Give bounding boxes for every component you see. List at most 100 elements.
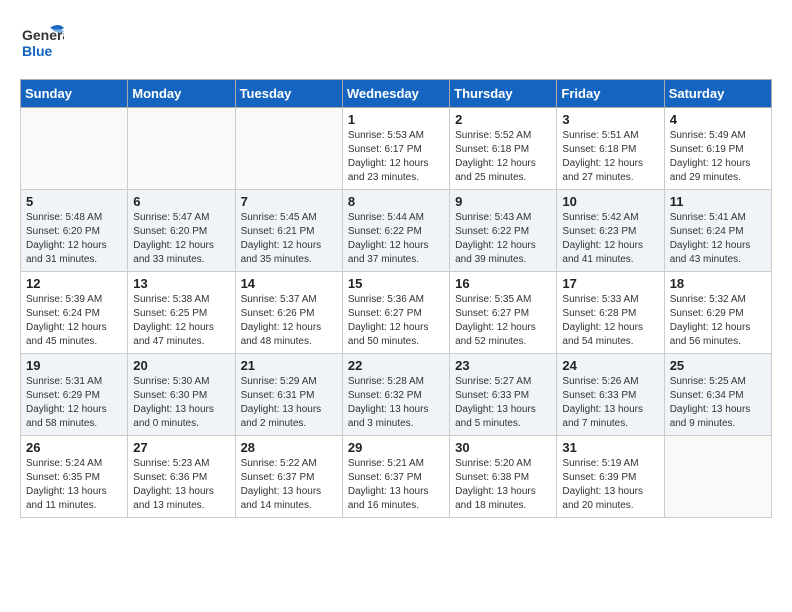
- day-detail: Sunrise: 5:20 AM Sunset: 6:38 PM Dayligh…: [455, 457, 551, 513]
- day-number: 25: [670, 358, 766, 373]
- calendar-cell: 21Sunrise: 5:29 AM Sunset: 6:31 PM Dayli…: [235, 354, 342, 436]
- day-detail: Sunrise: 5:45 AM Sunset: 6:21 PM Dayligh…: [241, 211, 337, 267]
- day-detail: Sunrise: 5:27 AM Sunset: 6:33 PM Dayligh…: [455, 375, 551, 431]
- day-detail: Sunrise: 5:23 AM Sunset: 6:36 PM Dayligh…: [133, 457, 229, 513]
- day-number: 8: [348, 194, 444, 209]
- weekday-header-row: SundayMondayTuesdayWednesdayThursdayFrid…: [21, 80, 772, 108]
- day-number: 2: [455, 112, 551, 127]
- calendar-cell: 9 Sunrise: 5:43 AM Sunset: 6:22 PM Daylig…: [450, 190, 557, 272]
- day-detail: Sunrise: 5:33 AM Sunset: 6:28 PM Dayligh…: [562, 293, 658, 349]
- calendar-cell: [128, 108, 235, 190]
- day-detail: Sunrise: 5:25 AM Sunset: 6:34 PM Dayligh…: [670, 375, 766, 431]
- day-detail: Sunrise: 5:22 AM Sunset: 6:37 PM Dayligh…: [241, 457, 337, 513]
- day-number: 24: [562, 358, 658, 373]
- weekday-header-saturday: Saturday: [664, 80, 771, 108]
- calendar-cell: 2 Sunrise: 5:52 AM Sunset: 6:18 PM Daylig…: [450, 108, 557, 190]
- day-number: 13: [133, 276, 229, 291]
- day-detail: Sunrise: 5:26 AM Sunset: 6:33 PM Dayligh…: [562, 375, 658, 431]
- day-detail: Sunrise: 5:36 AM Sunset: 6:27 PM Dayligh…: [348, 293, 444, 349]
- day-number: 18: [670, 276, 766, 291]
- day-number: 29: [348, 440, 444, 455]
- calendar-cell: 3 Sunrise: 5:51 AM Sunset: 6:18 PM Daylig…: [557, 108, 664, 190]
- day-number: 26: [26, 440, 122, 455]
- day-number: 28: [241, 440, 337, 455]
- day-detail: Sunrise: 5:24 AM Sunset: 6:35 PM Dayligh…: [26, 457, 122, 513]
- day-number: 15: [348, 276, 444, 291]
- day-number: 5: [26, 194, 122, 209]
- calendar-week-4: 19Sunrise: 5:31 AM Sunset: 6:29 PM Dayli…: [21, 354, 772, 436]
- day-number: 10: [562, 194, 658, 209]
- day-number: 1: [348, 112, 444, 127]
- weekday-header-wednesday: Wednesday: [342, 80, 449, 108]
- calendar-cell: 27Sunrise: 5:23 AM Sunset: 6:36 PM Dayli…: [128, 436, 235, 518]
- day-number: 12: [26, 276, 122, 291]
- calendar-cell: 13Sunrise: 5:38 AM Sunset: 6:25 PM Dayli…: [128, 272, 235, 354]
- calendar-cell: 26 Sunrise: 5:24 AM Sunset: 6:35 PM Dayli…: [21, 436, 128, 518]
- calendar-table: SundayMondayTuesdayWednesdayThursdayFrid…: [20, 79, 772, 518]
- calendar-cell: 28 Sunrise: 5:22 AM Sunset: 6:37 PM Dayli…: [235, 436, 342, 518]
- day-number: 6: [133, 194, 229, 209]
- calendar-cell: 17Sunrise: 5:33 AM Sunset: 6:28 PM Dayli…: [557, 272, 664, 354]
- calendar-cell: 31 Sunrise: 5:19 AM Sunset: 6:39 PM Dayli…: [557, 436, 664, 518]
- day-detail: Sunrise: 5:37 AM Sunset: 6:26 PM Dayligh…: [241, 293, 337, 349]
- day-number: 31: [562, 440, 658, 455]
- day-number: 11: [670, 194, 766, 209]
- day-detail: Sunrise: 5:32 AM Sunset: 6:29 PM Dayligh…: [670, 293, 766, 349]
- calendar-cell: [235, 108, 342, 190]
- calendar-cell: 19Sunrise: 5:31 AM Sunset: 6:29 PM Dayli…: [21, 354, 128, 436]
- day-detail: Sunrise: 5:49 AM Sunset: 6:19 PM Dayligh…: [670, 129, 766, 185]
- day-detail: Sunrise: 5:19 AM Sunset: 6:39 PM Dayligh…: [562, 457, 658, 513]
- day-detail: Sunrise: 5:48 AM Sunset: 6:20 PM Dayligh…: [26, 211, 122, 267]
- day-detail: Sunrise: 5:35 AM Sunset: 6:27 PM Dayligh…: [455, 293, 551, 349]
- day-number: 20: [133, 358, 229, 373]
- day-number: 16: [455, 276, 551, 291]
- day-detail: Sunrise: 5:53 AM Sunset: 6:17 PM Dayligh…: [348, 129, 444, 185]
- calendar-cell: 23 Sunrise: 5:27 AM Sunset: 6:33 PM Dayli…: [450, 354, 557, 436]
- calendar-cell: 30 Sunrise: 5:20 AM Sunset: 6:38 PM Dayli…: [450, 436, 557, 518]
- calendar-cell: [664, 436, 771, 518]
- day-detail: Sunrise: 5:21 AM Sunset: 6:37 PM Dayligh…: [348, 457, 444, 513]
- day-detail: Sunrise: 5:52 AM Sunset: 6:18 PM Dayligh…: [455, 129, 551, 185]
- day-number: 23: [455, 358, 551, 373]
- day-detail: Sunrise: 5:44 AM Sunset: 6:22 PM Dayligh…: [348, 211, 444, 267]
- calendar-cell: 16 Sunrise: 5:35 AM Sunset: 6:27 PM Dayli…: [450, 272, 557, 354]
- calendar-cell: 15 Sunrise: 5:36 AM Sunset: 6:27 PM Dayli…: [342, 272, 449, 354]
- day-detail: Sunrise: 5:39 AM Sunset: 6:24 PM Dayligh…: [26, 293, 122, 349]
- day-number: 3: [562, 112, 658, 127]
- weekday-header-sunday: Sunday: [21, 80, 128, 108]
- day-detail: Sunrise: 5:43 AM Sunset: 6:22 PM Dayligh…: [455, 211, 551, 267]
- calendar-week-2: 5 Sunrise: 5:48 AM Sunset: 6:20 PM Daylig…: [21, 190, 772, 272]
- calendar-cell: 5 Sunrise: 5:48 AM Sunset: 6:20 PM Daylig…: [21, 190, 128, 272]
- weekday-header-thursday: Thursday: [450, 80, 557, 108]
- day-detail: Sunrise: 5:28 AM Sunset: 6:32 PM Dayligh…: [348, 375, 444, 431]
- calendar-cell: 7Sunrise: 5:45 AM Sunset: 6:21 PM Daylig…: [235, 190, 342, 272]
- calendar-cell: 22 Sunrise: 5:28 AM Sunset: 6:32 PM Dayli…: [342, 354, 449, 436]
- weekday-header-tuesday: Tuesday: [235, 80, 342, 108]
- day-detail: Sunrise: 5:30 AM Sunset: 6:30 PM Dayligh…: [133, 375, 229, 431]
- weekday-header-friday: Friday: [557, 80, 664, 108]
- calendar-cell: 29 Sunrise: 5:21 AM Sunset: 6:37 PM Dayli…: [342, 436, 449, 518]
- day-detail: Sunrise: 5:31 AM Sunset: 6:29 PM Dayligh…: [26, 375, 122, 431]
- calendar-cell: 12 Sunrise: 5:39 AM Sunset: 6:24 PM Dayli…: [21, 272, 128, 354]
- day-number: 4: [670, 112, 766, 127]
- day-number: 14: [241, 276, 337, 291]
- calendar-cell: 14 Sunrise: 5:37 AM Sunset: 6:26 PM Dayli…: [235, 272, 342, 354]
- day-number: 22: [348, 358, 444, 373]
- calendar-cell: 24 Sunrise: 5:26 AM Sunset: 6:33 PM Dayli…: [557, 354, 664, 436]
- calendar-week-3: 12 Sunrise: 5:39 AM Sunset: 6:24 PM Dayli…: [21, 272, 772, 354]
- calendar-cell: 4 Sunrise: 5:49 AM Sunset: 6:19 PM Daylig…: [664, 108, 771, 190]
- day-number: 30: [455, 440, 551, 455]
- calendar-week-5: 26 Sunrise: 5:24 AM Sunset: 6:35 PM Dayli…: [21, 436, 772, 518]
- calendar-cell: 20 Sunrise: 5:30 AM Sunset: 6:30 PM Dayli…: [128, 354, 235, 436]
- calendar-week-1: 1 Sunrise: 5:53 AM Sunset: 6:17 PM Daylig…: [21, 108, 772, 190]
- calendar-cell: 11 Sunrise: 5:41 AM Sunset: 6:24 PM Dayli…: [664, 190, 771, 272]
- calendar-cell: 1 Sunrise: 5:53 AM Sunset: 6:17 PM Daylig…: [342, 108, 449, 190]
- day-detail: Sunrise: 5:51 AM Sunset: 6:18 PM Dayligh…: [562, 129, 658, 185]
- day-number: 9: [455, 194, 551, 209]
- logo-icon: General Blue: [20, 20, 64, 69]
- calendar-cell: 10Sunrise: 5:42 AM Sunset: 6:23 PM Dayli…: [557, 190, 664, 272]
- calendar-cell: 25 Sunrise: 5:25 AM Sunset: 6:34 PM Dayli…: [664, 354, 771, 436]
- calendar-cell: [21, 108, 128, 190]
- calendar-cell: 8 Sunrise: 5:44 AM Sunset: 6:22 PM Daylig…: [342, 190, 449, 272]
- day-detail: Sunrise: 5:41 AM Sunset: 6:24 PM Dayligh…: [670, 211, 766, 267]
